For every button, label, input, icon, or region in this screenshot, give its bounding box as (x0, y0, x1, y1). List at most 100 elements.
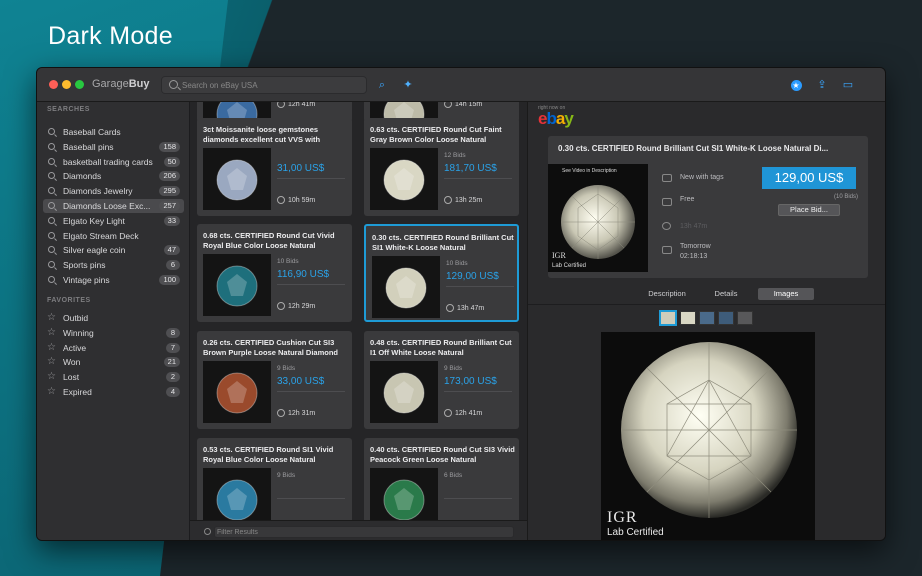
close-window-button[interactable] (49, 80, 58, 89)
result-title: 0.40 cts. CERTIFIED Round Cut SI3 Vivid … (370, 445, 515, 464)
bid-count: (10 Bids) (833, 194, 858, 200)
bid-count: 12 Bids (444, 152, 466, 159)
titlebar: GarageBuy ⌕ ✦ ★ ⇪ ▭ (37, 68, 885, 102)
toggle-panel-icon[interactable]: ▭ (841, 78, 855, 92)
result-title: 0.53 cts. CERTIFIED Round SI1 Vivid Roya… (203, 445, 334, 464)
search-icon (48, 202, 55, 209)
result-thumbnail (370, 361, 438, 423)
thumbnail-3[interactable] (699, 311, 715, 325)
result-thumbnail (370, 102, 438, 118)
time-left-text: 13h 47m (680, 223, 708, 230)
result-title: 3ct Moissanite loose gemstones diamonds … (203, 125, 321, 144)
sidebar-item-baseball-pins[interactable]: Baseball pins 158 (43, 140, 184, 154)
clock-icon (277, 196, 285, 204)
place-bid-button[interactable]: Place Bid... (778, 204, 840, 216)
favorite-star-icon[interactable]: ★ (789, 78, 803, 92)
search-icon (48, 216, 55, 224)
search-icon (48, 142, 55, 150)
filter-bar (190, 520, 527, 540)
listing-image[interactable]: See Video in Description IGR Lab Certifie… (548, 164, 648, 272)
sidebar-item-won[interactable]: ☆ Won 21 (43, 355, 184, 369)
sidebar-searches-header: SEARCHES (47, 106, 90, 113)
result-title: 0.26 cts. CERTIFIED Cushion Cut SI3 Brow… (203, 338, 339, 357)
search-options-icon[interactable]: ⌕ (375, 78, 389, 92)
tab-images[interactable]: Images (758, 288, 814, 300)
result-card[interactable]: 0.30 cts. CERTIFIED Round Brilliant Cut … (364, 224, 519, 322)
result-card[interactable]: 0.26 cts. CERTIFIED Cushion Cut SI3 Brow… (197, 331, 352, 429)
sidebar-item-diamonds-jewelry[interactable]: Diamonds Jewelry 295 (43, 184, 184, 198)
result-card[interactable]: 3ct Moissanite loose gemstones diamonds … (197, 118, 352, 216)
sidebar-item-diamonds[interactable]: Diamonds 206 (43, 169, 184, 183)
search-icon (48, 157, 55, 165)
bid-count: 9 Bids (277, 472, 296, 479)
sidebar-item-lost[interactable]: ☆ Lost 2 (43, 370, 184, 384)
divider (277, 498, 345, 499)
result-card[interactable]: 0.63 cts. CERTIFIED Round Cut Faint Gray… (364, 118, 519, 216)
sidebar-item-outbid[interactable]: ☆ Outbid (43, 311, 184, 325)
thumbnail-4[interactable] (718, 311, 734, 325)
magic-wand-icon[interactable]: ✦ (401, 78, 415, 92)
detail-tabs: Description Details Images (528, 288, 885, 302)
sidebar-item-active[interactable]: ☆ Active 7 (43, 341, 184, 355)
hero-title: Dark Mode (48, 22, 173, 50)
search-icon (48, 231, 55, 239)
clock-icon (444, 102, 452, 108)
result-title: 0.63 cts. CERTIFIED Round Cut Faint Gray… (370, 125, 502, 144)
share-icon[interactable]: ⇪ (815, 78, 829, 92)
result-card[interactable]: 0.68 cts. CERTIFIED Round Cut Vivid Roya… (197, 224, 352, 322)
count-badge: 21 (163, 357, 180, 368)
sidebar-item-label: Winning (63, 327, 94, 338)
search-icon (48, 128, 55, 135)
bid-count: 9 Bids (444, 365, 463, 372)
count-badge: 8 (166, 327, 180, 338)
sidebar-item-sports-pins[interactable]: Sports pins 6 (43, 258, 184, 272)
calendar-icon (662, 246, 672, 254)
time-left: 13h 47m (457, 305, 485, 312)
zoom-window-button[interactable] (75, 80, 84, 89)
sidebar-item-basketball-trading-cards[interactable]: basketball trading cards 50 (43, 155, 184, 169)
time-left: 13h 25m (455, 197, 483, 204)
time-left: 10h 59m (288, 197, 316, 204)
divider (444, 178, 512, 179)
sidebar-item-label: Silver eagle coin (63, 245, 126, 256)
sidebar-item-label: Diamonds Loose Exc... (63, 201, 151, 211)
count-badge: 100 (159, 275, 180, 285)
thumbnail-5[interactable] (737, 311, 753, 325)
sidebar-item-elgato-stream-deck[interactable]: Elgato Stream Deck (43, 229, 184, 243)
ebay-search-bar[interactable] (161, 76, 367, 94)
divider (277, 284, 345, 285)
tab-details[interactable]: Details (700, 288, 752, 300)
count-badge: 50 (163, 156, 180, 167)
count-badge: 295 (159, 186, 180, 197)
tab-description[interactable]: Description (640, 288, 694, 300)
sidebar-item-expired[interactable]: ☆ Expired 4 (43, 385, 184, 399)
filter-results-input[interactable] (214, 526, 514, 538)
bid-count: 10 Bids (277, 258, 299, 265)
sidebar-item-label: Won (63, 357, 81, 368)
sidebar-item-baseball-cards[interactable]: Baseball Cards (43, 125, 184, 139)
sidebar-item-diamonds-loose-exc[interactable]: Diamonds Loose Exc... 257 (43, 199, 184, 213)
result-card[interactable]: 0.48 cts. CERTIFIED Round Brilliant Cut … (364, 331, 519, 429)
thumbnail-2[interactable] (680, 311, 696, 325)
ebay-search-input[interactable] (182, 79, 362, 92)
sidebar-item-elgato-key-light[interactable]: Elgato Key Light 33 (43, 214, 184, 228)
sidebar-item-label: Outbid (63, 313, 89, 323)
result-price: 116,90 US$ (277, 269, 330, 280)
igr-small-logo: IGR Lab Certified (552, 251, 587, 269)
sidebar-item-winning[interactable]: ☆ Winning 8 (43, 326, 184, 340)
condition-text: New with tags (680, 174, 724, 181)
search-icon (48, 172, 55, 180)
sidebar-item-vintage-pins[interactable]: Vintage pins 100 (43, 273, 184, 287)
sidebar-item-label: Sports pins (63, 260, 106, 271)
large-product-image[interactable]: IGR Lab Certified (601, 332, 815, 540)
detail-pane: right now on ebay 0.30 cts. CERTIFIED Ro… (527, 102, 885, 540)
minimize-window-button[interactable] (62, 80, 71, 89)
bid-count: 6 Bids (444, 472, 463, 479)
thumbnail-1[interactable] (659, 310, 677, 326)
clock-icon (444, 196, 452, 204)
listing-title[interactable]: 0.30 cts. CERTIFIED Round Brilliant Cut … (558, 144, 858, 153)
result-thumbnail (203, 102, 271, 118)
count-badge: 206 (159, 171, 180, 182)
sidebar-item-silver-eagle-coin[interactable]: Silver eagle coin 47 (43, 243, 184, 257)
sidebar-item-label: Baseball Cards (63, 127, 121, 137)
